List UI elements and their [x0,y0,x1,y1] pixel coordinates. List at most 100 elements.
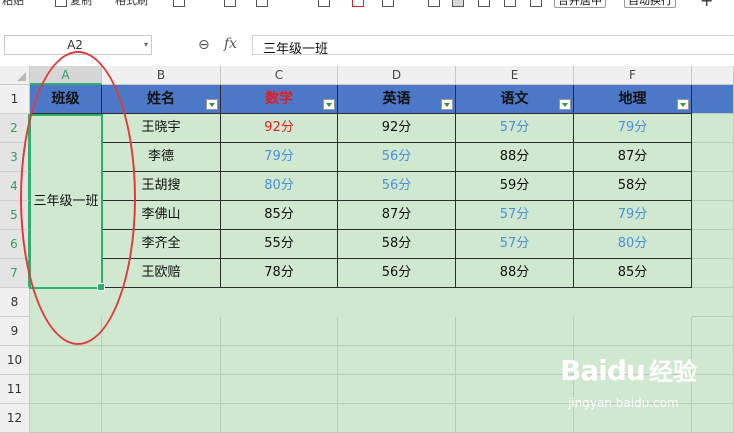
row-header-4[interactable]: 4 [0,172,30,201]
score-cell[interactable]: 92分 [338,114,456,143]
header-cell-4[interactable]: 英语 [338,85,456,114]
grid-cell[interactable] [30,346,102,375]
column-header-a[interactable]: A [30,66,102,85]
grid-cell[interactable] [692,404,734,433]
clear-format-icon[interactable] [382,0,394,7]
grid-cell[interactable] [102,404,221,433]
grid-cell[interactable] [221,317,338,346]
grid-cell[interactable] [692,114,734,143]
grid-cell[interactable] [692,288,734,317]
row-header-9[interactable]: 9 [0,317,30,346]
row-header-10[interactable]: 10 [0,346,30,375]
column-header-e[interactable]: E [456,66,574,85]
distribute-icon[interactable] [530,0,542,7]
score-cell[interactable]: 88分 [456,259,574,288]
score-cell[interactable]: 57分 [456,230,574,259]
score-cell[interactable]: 79分 [574,114,692,143]
score-cell[interactable]: 87分 [574,143,692,172]
fx-icon[interactable]: fx [224,36,237,52]
border-icon[interactable] [256,0,268,7]
formula-input[interactable]: 三年级一班 [252,35,734,57]
fill-color-icon[interactable] [318,0,330,7]
grid-cell[interactable] [692,85,734,114]
grid-cell[interactable] [692,172,734,201]
grid-cell[interactable] [338,317,456,346]
grid-cell[interactable] [338,404,456,433]
score-cell[interactable]: 80分 [221,172,338,201]
filter-dropdown-icon[interactable] [677,99,689,110]
row-header-11[interactable]: 11 [0,375,30,404]
grid-cell[interactable] [456,375,574,404]
row-header-3[interactable]: 3 [0,143,30,172]
name-cell[interactable]: 李德 [102,143,221,172]
select-all-corner[interactable] [0,66,30,85]
name-cell[interactable]: 李佛山 [102,201,221,230]
grid-cell[interactable] [692,346,734,375]
grid-cell[interactable] [221,346,338,375]
grid-cell[interactable] [102,346,221,375]
score-cell[interactable]: 80分 [574,230,692,259]
row-header-8[interactable]: 8 [0,288,30,317]
filter-dropdown-icon[interactable] [323,99,335,110]
font-color-icon[interactable] [352,0,364,7]
name-cell[interactable]: 王胡搜 [102,172,221,201]
justify-icon[interactable] [504,0,516,7]
header-cell-1[interactable]: 班级 [30,85,102,114]
column-header-b[interactable]: B [102,66,221,85]
grid-cell[interactable] [456,317,574,346]
grid-cell[interactable] [30,375,102,404]
column-header-f[interactable]: F [574,66,692,85]
name-cell[interactable]: 王晓宇 [102,114,221,143]
score-cell[interactable]: 88分 [456,143,574,172]
align-right-icon[interactable] [478,0,490,7]
format-painter-button[interactable]: 格式刷 [115,0,148,8]
score-cell[interactable]: 56分 [338,172,456,201]
grid-cell[interactable] [456,346,574,375]
column-header-c[interactable]: C [221,66,338,85]
row-header-7[interactable]: 7 [0,259,30,288]
score-cell[interactable]: 92分 [221,114,338,143]
header-cell-3[interactable]: 数学 [221,85,338,114]
score-cell[interactable]: 78分 [221,259,338,288]
paste-button[interactable]: 粘贴 [2,0,24,8]
score-cell[interactable]: 79分 [574,201,692,230]
align-center-icon[interactable] [452,0,464,7]
grid-cell[interactable] [692,230,734,259]
grid-cell[interactable] [456,404,574,433]
row-header-1[interactable]: 1 [0,85,30,114]
grid-cell[interactable] [692,259,734,288]
score-cell[interactable]: 58分 [574,172,692,201]
zoom-icon[interactable]: ⊖ [198,37,210,53]
score-cell[interactable]: 56分 [338,143,456,172]
strikethrough-icon[interactable] [224,0,236,7]
copy-button[interactable]: 复制 [70,0,92,8]
score-cell[interactable]: 55分 [221,230,338,259]
more-button[interactable]: + [700,0,713,9]
grid-cell[interactable] [692,317,734,346]
grid-cell[interactable] [692,375,734,404]
grid-cell[interactable] [221,375,338,404]
row-header-12[interactable]: 12 [0,404,30,433]
column-header-d[interactable]: D [338,66,456,85]
score-cell[interactable]: 85分 [221,201,338,230]
merge-center-button[interactable]: 合并居中 [554,0,606,8]
header-cell-6[interactable]: 地理 [574,85,692,114]
row-header-5[interactable]: 5 [0,201,30,230]
score-cell[interactable]: 56分 [338,259,456,288]
score-cell[interactable]: 79分 [221,143,338,172]
score-cell[interactable]: 57分 [456,201,574,230]
grid-cell[interactable] [338,346,456,375]
score-cell[interactable]: 87分 [338,201,456,230]
bold-icon[interactable] [173,0,185,7]
grid-cell[interactable] [30,317,102,346]
auto-wrap-button[interactable]: 自动换行 [624,0,676,8]
name-cell[interactable]: 王欧赔 [102,259,221,288]
merged-class-cell[interactable]: 三年级一班 [29,114,105,291]
grid-cell[interactable] [692,143,734,172]
score-cell[interactable]: 59分 [456,172,574,201]
grid-cell[interactable] [574,317,692,346]
score-cell[interactable]: 57分 [456,114,574,143]
name-cell[interactable]: 李齐全 [102,230,221,259]
header-cell-2[interactable]: 姓名 [102,85,221,114]
filter-dropdown-icon[interactable] [441,99,453,110]
